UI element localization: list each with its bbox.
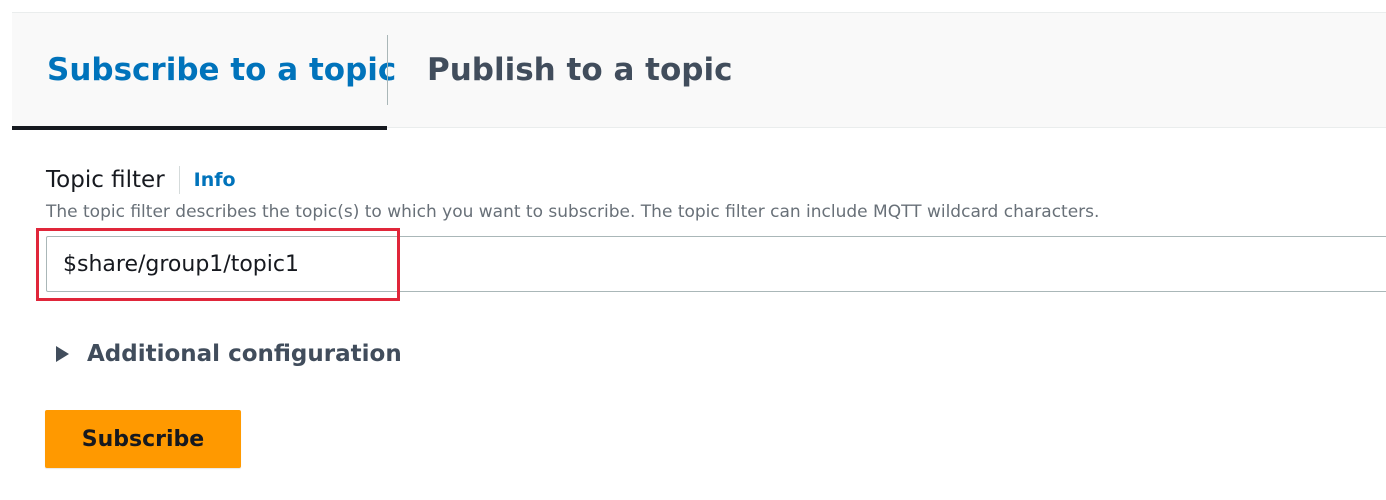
caret-right-icon — [56, 346, 69, 362]
additional-configuration-toggle[interactable]: Additional configuration — [56, 336, 402, 372]
subscribe-button[interactable]: Subscribe — [45, 410, 241, 468]
tab-bar: Subscribe to a topic Publish to a topic — [12, 12, 1386, 130]
tab-publish[interactable]: Publish to a topic — [427, 13, 732, 127]
additional-configuration-label: Additional configuration — [87, 341, 402, 367]
active-tab-indicator — [12, 126, 387, 130]
topic-filter-label: Topic filter — [46, 167, 165, 193]
info-link[interactable]: Info — [194, 169, 236, 191]
tab-divider — [387, 35, 388, 105]
tab-publish-label: Publish to a topic — [427, 52, 733, 88]
tab-subscribe-label: Subscribe to a topic — [47, 52, 397, 88]
topic-filter-input[interactable] — [46, 236, 1386, 292]
topic-filter-description: The topic filter describes the topic(s) … — [46, 202, 1100, 222]
topic-filter-label-row: Topic filter Info — [46, 162, 236, 198]
tab-subscribe[interactable]: Subscribe to a topic — [12, 13, 396, 127]
label-divider — [178, 166, 180, 194]
